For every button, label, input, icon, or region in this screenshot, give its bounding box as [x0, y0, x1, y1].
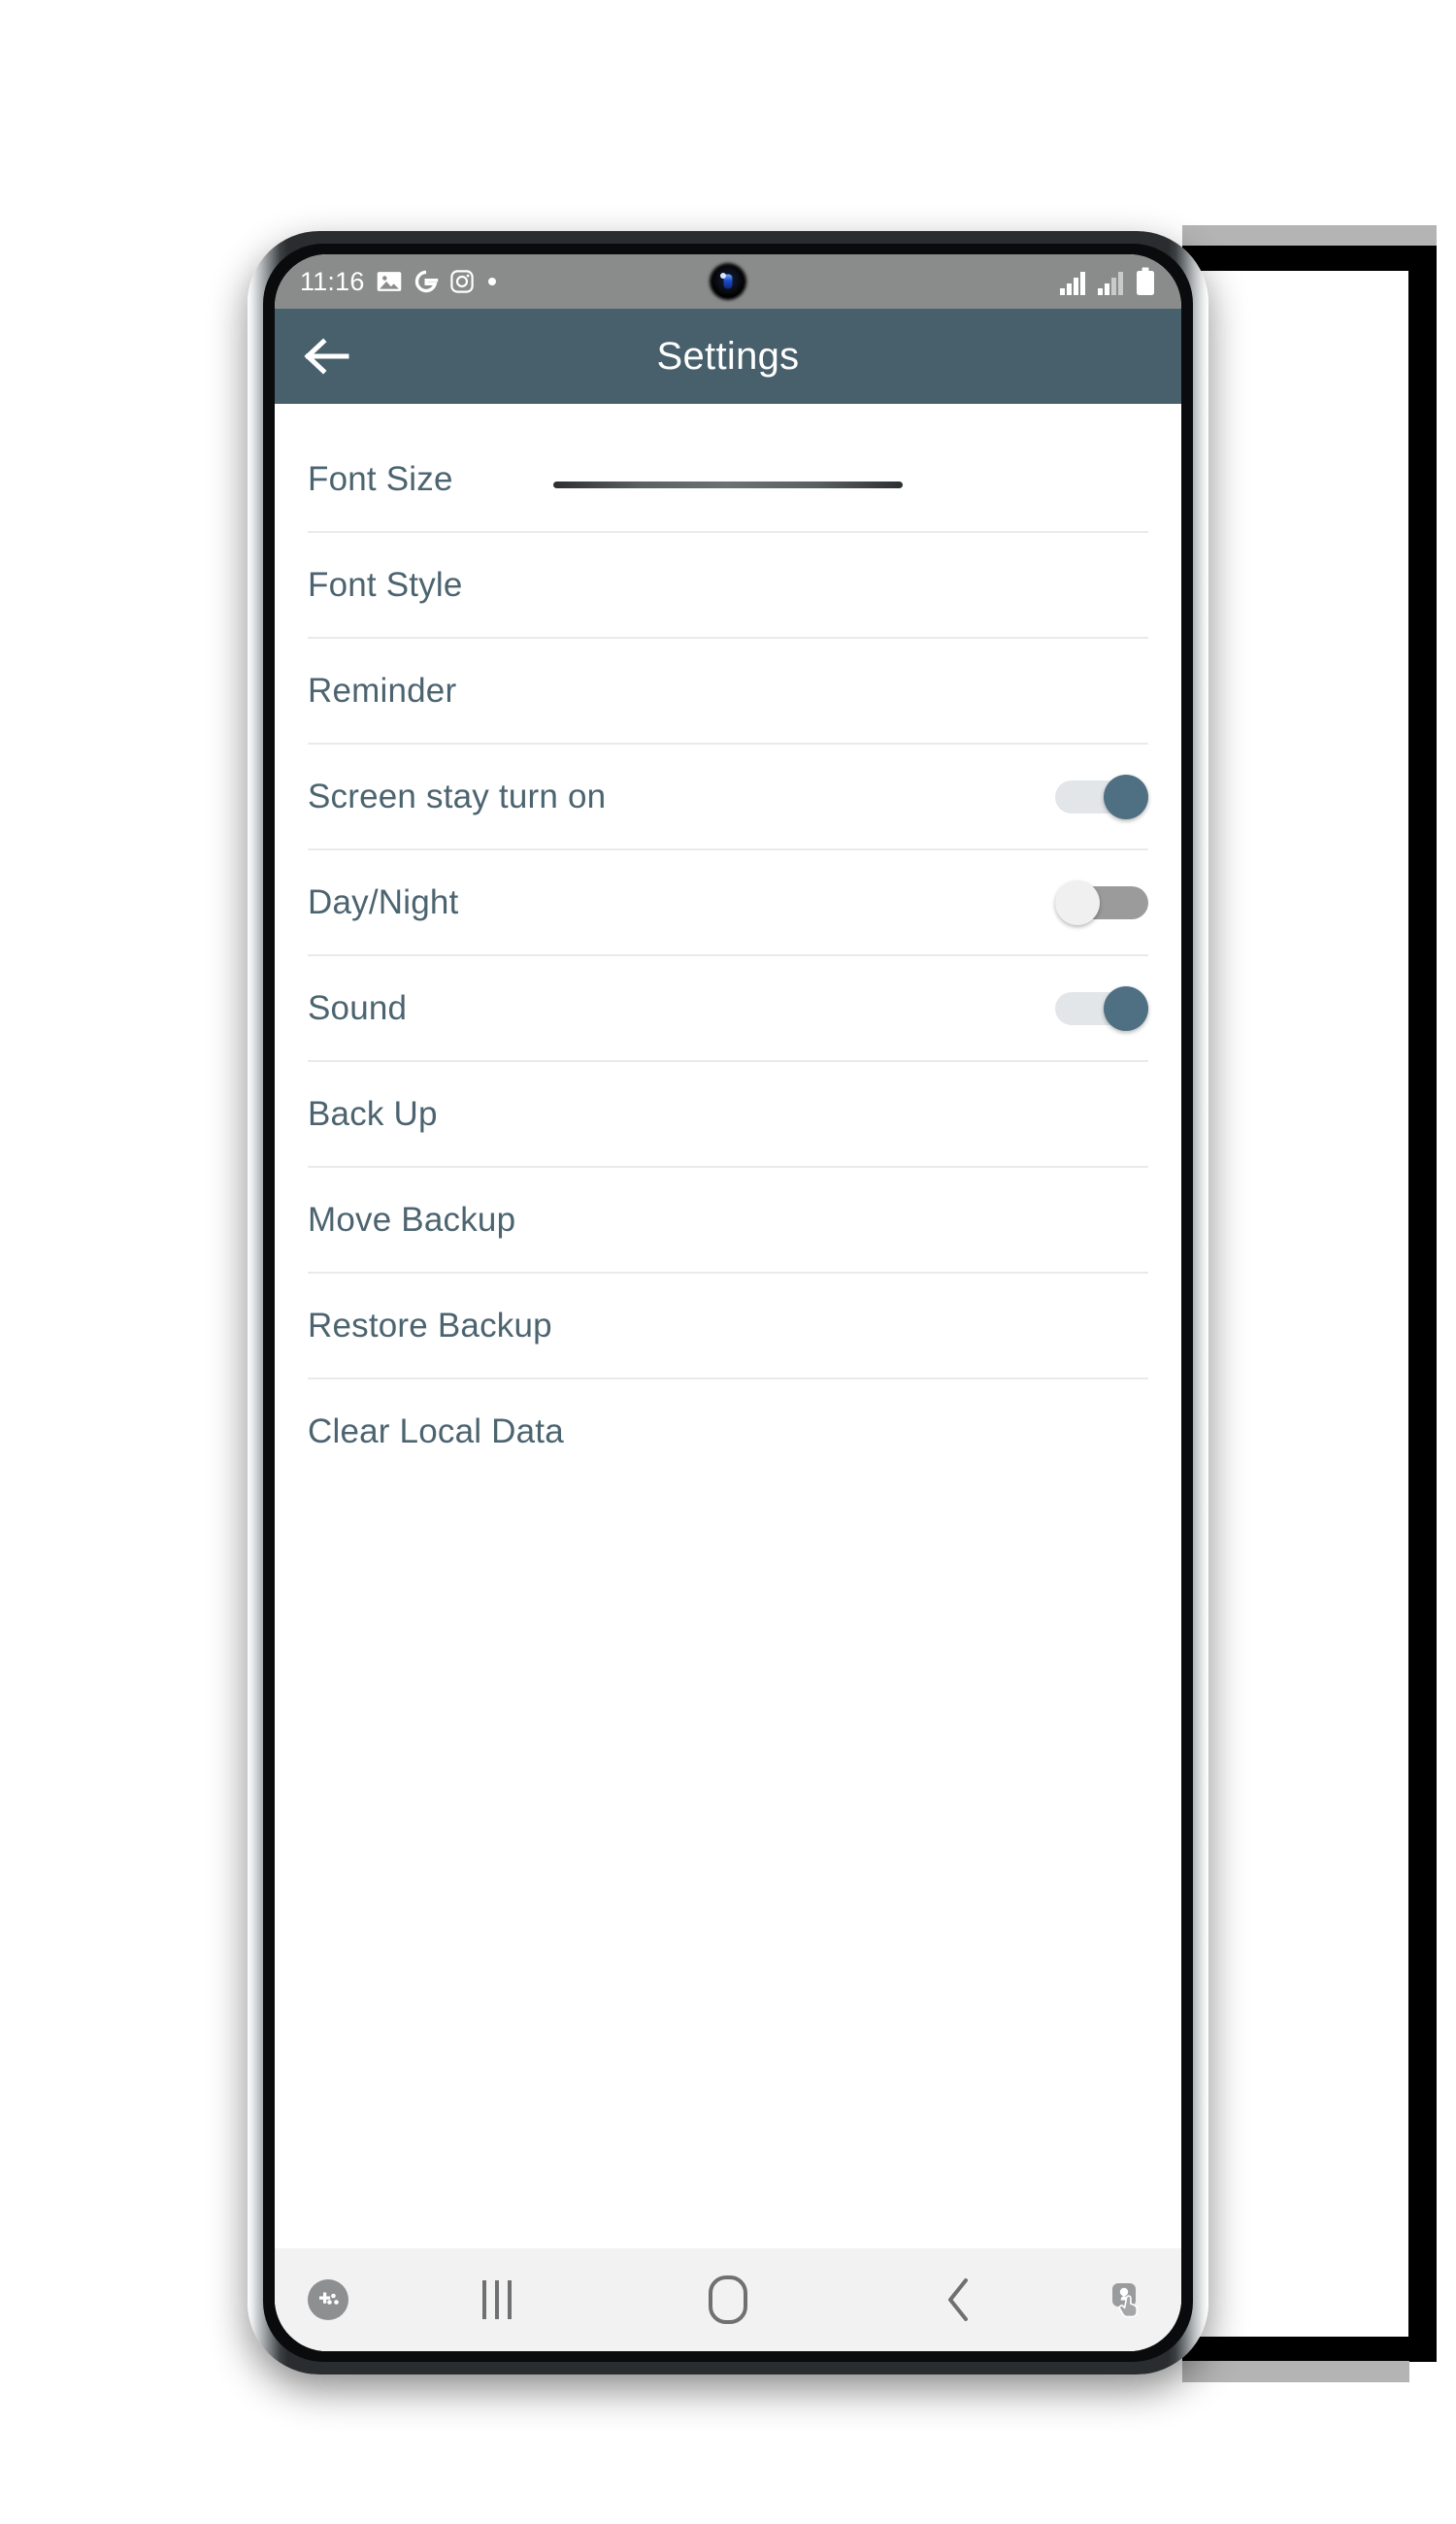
back-button[interactable]	[275, 309, 380, 404]
settings-row-label: Restore Backup	[308, 1306, 552, 1345]
day-night-toggle[interactable]	[1055, 880, 1148, 925]
status-bar-right	[1059, 267, 1156, 296]
touch-assistant-icon	[1112, 2283, 1138, 2318]
settings-row-label: Reminder	[308, 671, 457, 710]
status-bar-left: 11:16	[300, 267, 499, 297]
system-navigation-bar	[275, 2248, 1181, 2351]
settings-row-move-backup[interactable]: Move Backup	[308, 1168, 1148, 1274]
image-artifact-top	[1182, 225, 1437, 247]
touch-assistant-button[interactable]	[1075, 2248, 1181, 2351]
settings-row-label: Back Up	[308, 1094, 438, 1133]
sound-toggle[interactable]	[1055, 985, 1148, 1031]
settings-row-sound[interactable]: Sound	[308, 956, 1148, 1062]
game-booster-icon	[308, 2279, 348, 2320]
page-title: Settings	[656, 334, 800, 378]
settings-row-screen-stay-turn-on[interactable]: Screen stay turn on	[308, 745, 1148, 850]
toggle-thumb	[1055, 880, 1100, 925]
settings-row-label: Font Size	[308, 459, 453, 498]
toggle-thumb	[1104, 985, 1148, 1031]
phone-device: 11:16 Settings Font Size Font Style Remi…	[248, 231, 1208, 2375]
instagram-icon	[449, 270, 474, 293]
status-bar-clock: 11:16	[300, 266, 365, 296]
gallery-icon	[377, 272, 401, 291]
camera-glint	[720, 273, 726, 279]
settings-row-label: Move Backup	[308, 1200, 516, 1239]
home-icon	[709, 2275, 747, 2324]
settings-row-back-up[interactable]: Back Up	[308, 1062, 1148, 1168]
settings-row-font-style[interactable]: Font Style	[308, 533, 1148, 639]
signal-2-icon	[1098, 272, 1123, 295]
phone-screen: 11:16 Settings Font Size Font Style Remi…	[275, 254, 1181, 2351]
home-button[interactable]	[612, 2248, 844, 2351]
signal-1-icon	[1060, 272, 1085, 295]
earpiece-speaker	[553, 482, 903, 488]
app-bar: Settings	[275, 309, 1181, 404]
dot-icon	[487, 278, 496, 285]
screen-stay-turn-on-toggle[interactable]	[1055, 774, 1148, 819]
recents-button[interactable]	[381, 2248, 612, 2351]
battery-icon	[1137, 267, 1154, 295]
settings-row-clear-local-data[interactable]: Clear Local Data	[308, 1379, 1148, 1483]
settings-row-label: Sound	[308, 988, 408, 1027]
toggle-thumb	[1104, 774, 1148, 819]
settings-row-font-size[interactable]: Font Size	[308, 427, 1148, 533]
image-artifact-bottom-dark	[1182, 2337, 1437, 2362]
game-booster-button[interactable]	[275, 2248, 381, 2351]
settings-row-label: Screen stay turn on	[308, 777, 607, 815]
back-nav-button[interactable]	[844, 2248, 1075, 2351]
image-artifact-top-dark	[1182, 246, 1437, 271]
back-nav-icon	[948, 2278, 968, 2321]
image-artifact-right	[1408, 246, 1437, 2362]
settings-row-restore-backup[interactable]: Restore Backup	[308, 1274, 1148, 1379]
google-icon	[414, 270, 438, 293]
settings-row-day-night[interactable]: Day/Night	[308, 850, 1148, 956]
settings-row-label: Day/Night	[308, 882, 459, 921]
front-camera-punch-hole	[711, 265, 745, 298]
phone-bezel: 11:16 Settings Font Size Font Style Remi…	[263, 244, 1193, 2362]
recents-icon	[482, 2280, 512, 2319]
settings-row-reminder[interactable]: Reminder	[308, 639, 1148, 745]
settings-list: Font Size Font Style Reminder Screen sta…	[275, 404, 1181, 2351]
settings-row-label: Clear Local Data	[308, 1411, 564, 1450]
arrow-left-icon	[304, 338, 349, 375]
image-artifact-bottom	[1182, 2361, 1409, 2382]
settings-row-label: Font Style	[308, 565, 463, 604]
